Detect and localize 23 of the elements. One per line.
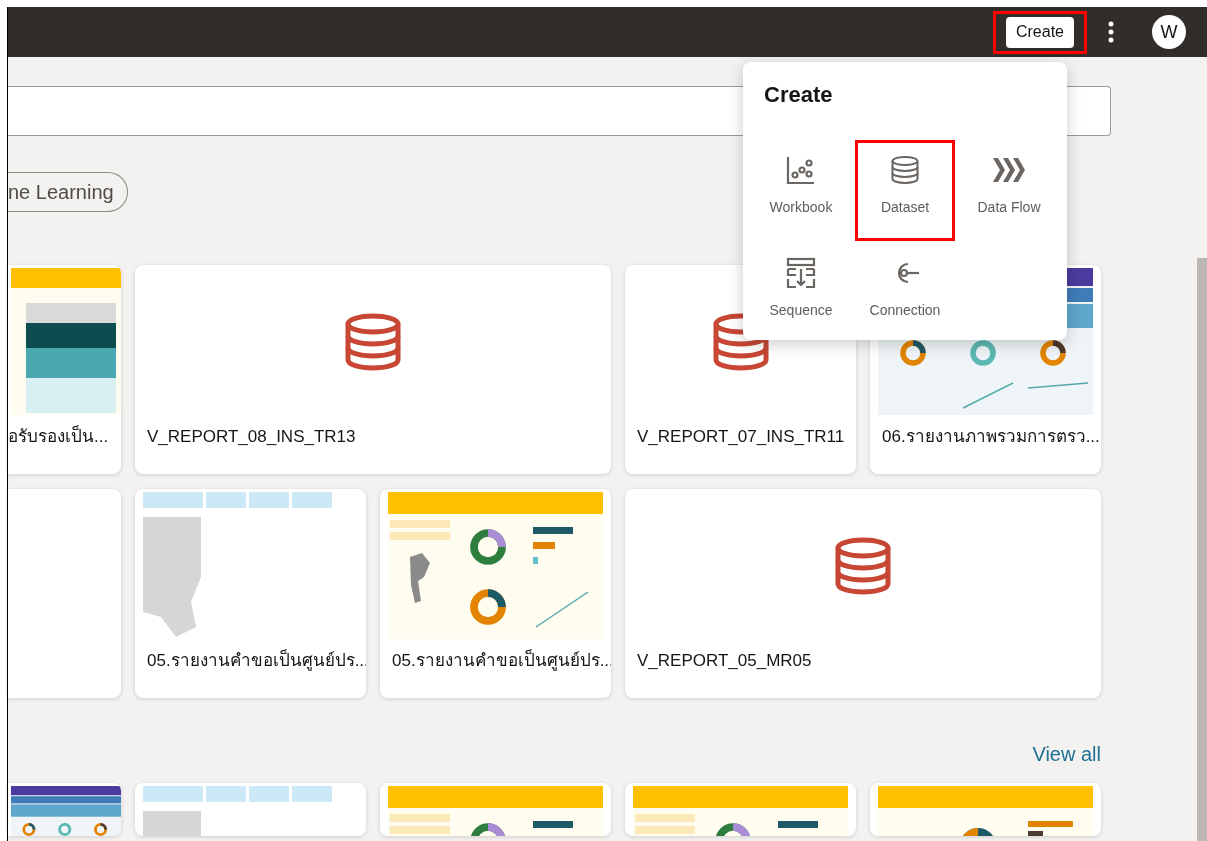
view-all-link[interactable]: View all (1032, 739, 1101, 769)
scatter-chart-icon (786, 155, 816, 185)
card-title: V_REPORT_05_MR05 (636, 650, 813, 672)
item-card[interactable]: V_REPORT_05_MR05 (625, 489, 1101, 698)
create-option[interactable]: Workbook (751, 140, 851, 241)
sequence-icon (786, 257, 816, 289)
card-title: 06.รายงานภาพรวมการตรว... (881, 426, 1101, 448)
menu-title: Create (764, 81, 833, 109)
more-menu-icon[interactable] (1108, 21, 1114, 43)
chevrons-icon (992, 157, 1026, 183)
create-option[interactable]: Dataset (855, 140, 955, 241)
item-card[interactable]: V_REPORT_08_INS_TR13 (135, 265, 611, 474)
scrollbar[interactable] (1197, 258, 1207, 841)
user-avatar[interactable]: W (1152, 15, 1186, 49)
card-title: อรับรองเป็น... (8, 424, 110, 448)
card-title: V_REPORT_07_INS_TR11 (636, 426, 846, 448)
card-title: V_REPORT_08_INS_TR13 (146, 426, 357, 448)
create-option[interactable]: Data Flow (959, 140, 1059, 241)
database-icon (343, 311, 403, 372)
database-icon (833, 535, 893, 596)
create-button[interactable]: Create (1005, 16, 1074, 48)
database-icon (890, 155, 920, 185)
item-card[interactable]: อรับรองเป็น... (8, 265, 121, 474)
